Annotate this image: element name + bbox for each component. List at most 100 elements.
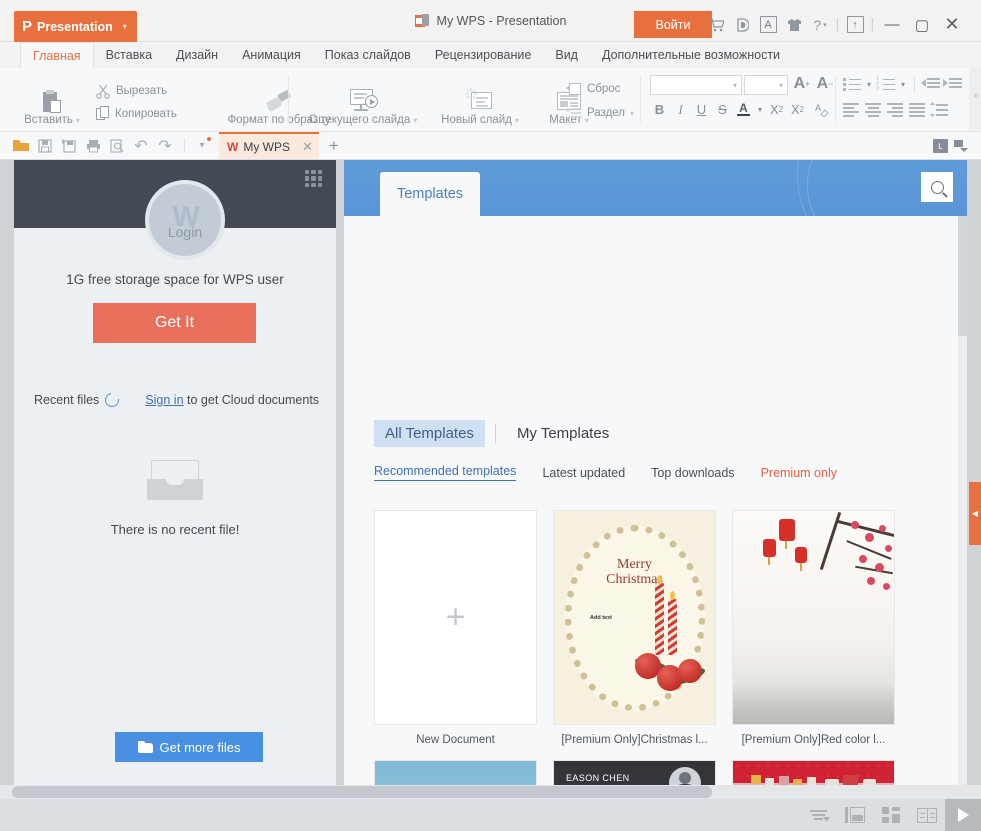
print-preview-button[interactable] (106, 135, 128, 157)
outline-view-button[interactable] (801, 799, 837, 831)
get-more-files-button[interactable]: Get more files (115, 732, 263, 762)
chevron-down-icon[interactable]: ▾ (123, 22, 127, 31)
clear-formatting-button[interactable]: A (813, 100, 832, 119)
numbered-list-button[interactable]: 1 2 3 (876, 76, 896, 93)
new-tab-button[interactable]: + (329, 136, 339, 156)
chevron-down-icon[interactable]: ▾ (733, 81, 737, 90)
slide-sorter-button[interactable] (873, 799, 909, 831)
reset-button[interactable]: Сброс (566, 77, 620, 101)
chevron-down-icon[interactable]: ▾ (413, 116, 417, 125)
tab-extra-features[interactable]: Дополнительные возможности (590, 42, 792, 68)
template-card-christmas[interactable]: Merry Christmas Add text [Premium Only]Ch… (553, 510, 716, 746)
save-as-button[interactable] (58, 135, 80, 157)
tab-slideshow[interactable]: Показ слайдов (313, 42, 423, 68)
horizontal-scrollbar-thumb[interactable] (12, 786, 712, 798)
customize-quick-access-dropdown[interactable]: ▾ (191, 135, 213, 157)
tab-review[interactable]: Рецензирование (423, 42, 544, 68)
file-tab-my-wps[interactable]: W My WPS ✕ (219, 132, 319, 159)
filter-premium-only[interactable]: Premium only (761, 466, 837, 480)
template-card-new-document[interactable]: + New Document (374, 510, 537, 746)
superscript-button[interactable]: X2 (767, 100, 786, 119)
templates-scrollbar-thumb[interactable] (958, 216, 967, 336)
empty-tray-icon (147, 460, 203, 500)
tab-animation[interactable]: Анимация (230, 42, 313, 68)
font-name-input[interactable]: ▾ (650, 75, 742, 95)
font-color-button[interactable]: A (734, 100, 753, 119)
from-current-slide-button[interactable]: С текущего слайда ▾ (300, 70, 426, 128)
tab-view[interactable]: Вид (543, 42, 590, 68)
chevron-down-icon[interactable]: ▾ (755, 100, 765, 119)
cart-icon[interactable] (703, 12, 729, 38)
save-button[interactable] (34, 135, 56, 157)
new-slide-button[interactable]: Новый слайд ▾ (430, 70, 530, 128)
wps-cloud-icon[interactable] (729, 12, 755, 38)
close-button[interactable]: ✕ (937, 12, 967, 38)
subscript-button[interactable]: X2 (788, 100, 807, 119)
slideshow-play-button[interactable] (945, 799, 981, 831)
chevron-down-icon[interactable]: ▾ (76, 116, 80, 125)
paste-button[interactable]: Вставить ▾ (14, 70, 90, 128)
shrink-font-button[interactable]: A − (815, 73, 835, 95)
chevron-down-icon[interactable]: ▾ (864, 75, 874, 94)
horizontal-scrollbar[interactable] (0, 785, 981, 799)
italic-button[interactable]: I (671, 100, 690, 119)
search-button[interactable] (921, 172, 953, 202)
segment-all-templates[interactable]: All Templates (374, 420, 485, 447)
expand-ribbon-icon[interactable]: ↑ (842, 12, 868, 38)
no-recent-files-state: There is no recent file! (14, 460, 336, 537)
filter-top-downloads[interactable]: Top downloads (651, 466, 734, 480)
decrease-indent-button[interactable] (921, 76, 941, 93)
font-size-input[interactable]: ▾ (744, 75, 788, 95)
chevron-down-icon[interactable]: ▾ (515, 116, 519, 125)
login-button[interactable]: Войти (634, 11, 712, 38)
normal-view-button[interactable] (837, 799, 873, 831)
tab-design[interactable]: Дизайн (164, 42, 230, 68)
align-right-button[interactable] (886, 101, 906, 118)
skin-shirt-icon[interactable] (781, 12, 807, 38)
filter-recommended-templates[interactable]: Recommended templates (374, 464, 517, 481)
reading-view-button[interactable] (909, 799, 945, 831)
help-icon[interactable]: ? ▾ (807, 12, 833, 38)
grow-font-button[interactable]: A + (792, 73, 812, 95)
minimize-button[interactable]: — (877, 12, 907, 38)
refresh-icon[interactable] (102, 390, 123, 410)
tab-templates[interactable]: Templates (380, 172, 480, 216)
underline-button[interactable]: U (692, 100, 711, 119)
chevron-down-icon[interactable]: ▾ (630, 109, 634, 118)
print-button[interactable] (82, 135, 104, 157)
align-left-button[interactable] (842, 101, 862, 118)
ribbon-toolbar: Вставить ▾ Вырезать Копировать Формат по … (0, 68, 981, 132)
increase-indent-button[interactable] (943, 76, 963, 93)
bulleted-list-button[interactable] (842, 76, 862, 93)
maximize-button[interactable]: ▢ (907, 12, 937, 38)
apps-grid-icon[interactable] (305, 170, 322, 187)
side-flyout-toggle[interactable]: ◀ (969, 482, 981, 545)
filter-latest-updated[interactable]: Latest updated (542, 466, 625, 480)
copy-button[interactable]: Копировать (96, 102, 177, 126)
redo-button[interactable]: ↷ (154, 135, 176, 157)
chevron-down-icon[interactable]: ▾ (779, 81, 783, 90)
avatar[interactable]: W Login (145, 180, 225, 260)
app-module-tab[interactable]: P Presentation ▾ (14, 11, 137, 42)
get-it-button[interactable]: Get It (93, 303, 256, 343)
tab-list-dropdown-icon[interactable] (954, 139, 969, 153)
ribbon-overflow-button[interactable]: » (973, 90, 979, 101)
open-file-button[interactable] (10, 135, 32, 157)
segment-my-templates[interactable]: My Templates (506, 420, 620, 447)
section-button[interactable]: Раздел ▾ (566, 101, 634, 125)
lock-icon[interactable]: L (933, 139, 948, 153)
template-card-red-color[interactable]: [Premium Only]Red color l... (732, 510, 895, 746)
strikethrough-button[interactable]: S (713, 100, 732, 119)
justify-button[interactable] (908, 101, 928, 118)
docer-template-icon[interactable]: A (755, 12, 781, 38)
undo-button[interactable]: ↶ (130, 135, 152, 157)
line-spacing-button[interactable] (930, 101, 950, 118)
tab-insert[interactable]: Вставка (94, 42, 164, 68)
tab-home[interactable]: Главная (20, 42, 94, 68)
align-center-button[interactable] (864, 101, 884, 118)
bold-button[interactable]: B (650, 100, 669, 119)
chevron-down-icon[interactable]: ▾ (898, 75, 908, 94)
close-icon[interactable]: ✕ (302, 139, 313, 155)
cut-button[interactable]: Вырезать (96, 79, 167, 103)
sign-in-link[interactable]: Sign in (145, 393, 183, 407)
